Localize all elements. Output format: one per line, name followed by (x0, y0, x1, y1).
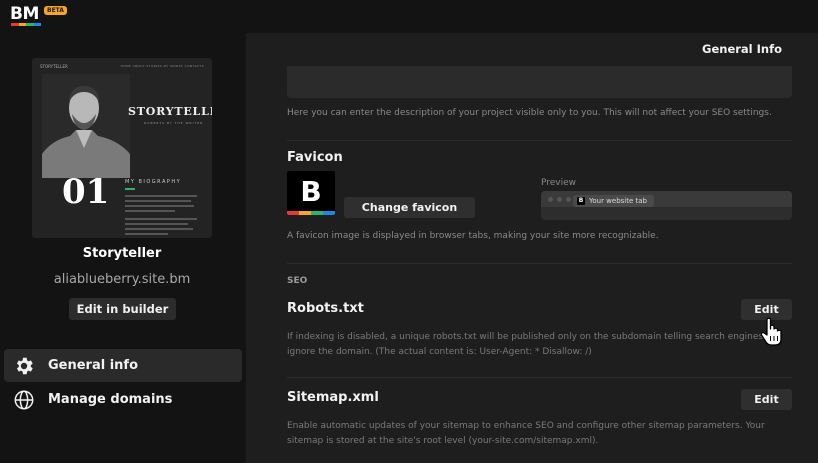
edit-in-builder-button[interactable]: Edit in builder (69, 298, 176, 320)
site-thumbnail[interactable]: STORYTELLER HOME ABOUT STORIES MY WORKS … (32, 58, 212, 238)
hand-pointer-icon (760, 317, 782, 346)
favicon-letter: B (300, 175, 322, 208)
general-info-panel: General Info Here you can enter the desc… (246, 33, 818, 463)
divider (287, 140, 792, 141)
bm-logo[interactable]: BM BETA (10, 4, 70, 26)
favicon-image: B (287, 171, 335, 215)
browser-tab: B Your website tab (573, 195, 654, 207)
preview-label: Preview (541, 178, 577, 188)
logo-text: BM (10, 4, 39, 24)
beta-badge: BETA (44, 6, 67, 15)
favicon-preview: B Your website tab (541, 191, 792, 220)
sitemap-help-line: Enable automatic updates of your sitemap… (287, 421, 765, 431)
favicon-help-text: A favicon image is displayed in browser … (287, 231, 659, 241)
portrait-image (42, 74, 130, 178)
sidebar-item-label: Manage domains (48, 392, 173, 407)
seo-section-label: SEO (287, 276, 308, 286)
thumbnail-number: 01 (62, 172, 110, 212)
favicon-stripe (287, 211, 335, 215)
change-favicon-button[interactable]: Change favicon (344, 197, 475, 218)
site-url[interactable]: aliablueberry.site.bm (32, 272, 212, 287)
thumbnail-text-lines (125, 195, 197, 238)
thumbnail-title: STORYTELLER (128, 105, 212, 118)
thumbnail-accent-bar (125, 188, 135, 190)
window-dots (548, 197, 571, 202)
sidebar-item-general-info[interactable]: General info (4, 349, 242, 382)
site-name: Storyteller (82, 246, 162, 261)
sitemap-help-text: Enable automatic updates of your sitemap… (287, 419, 799, 448)
robots-help-line: ignore the domain. (The actual content i… (287, 346, 592, 357)
logo-stripe (11, 23, 41, 26)
thumbnail-nav-links: HOME ABOUT STORIES MY WORKS CONTACTS (120, 64, 204, 68)
description-help-text: Here you can enter the description of yo… (287, 108, 772, 118)
sidebar-item-label: General info (48, 358, 139, 373)
sitemap-help-line: sitemap is stored at the site's root lev… (287, 435, 599, 446)
tab-favicon-icon: B (577, 197, 585, 205)
thumbnail-section-title: MY BIOGRAPHY (125, 179, 182, 185)
favicon-heading: Favicon (287, 150, 343, 165)
thumbnail-brand: STORYTELLER (40, 64, 68, 69)
tab-label: Your website tab (589, 197, 647, 205)
divider (287, 263, 792, 264)
robots-heading: Robots.txt (287, 301, 364, 316)
divider (287, 377, 792, 378)
thumbnail-nav: STORYTELLER HOME ABOUT STORIES MY WORKS … (40, 64, 204, 70)
robots-help-line: If indexing is disabled, a unique robots… (287, 332, 776, 342)
robots-help-text: If indexing is disabled, a unique robots… (287, 330, 799, 359)
globe-icon (12, 388, 36, 412)
sidebar-item-manage-domains[interactable]: Manage domains (4, 383, 242, 416)
project-description-input[interactable] (287, 66, 792, 98)
panel-title: General Info (702, 42, 782, 56)
sitemap-edit-button[interactable]: Edit (741, 389, 792, 410)
thumbnail-subtitle: ROBERTS BY THE WRITER (144, 121, 204, 125)
sitemap-heading: Sitemap.xml (287, 390, 379, 405)
gear-icon (12, 354, 36, 378)
